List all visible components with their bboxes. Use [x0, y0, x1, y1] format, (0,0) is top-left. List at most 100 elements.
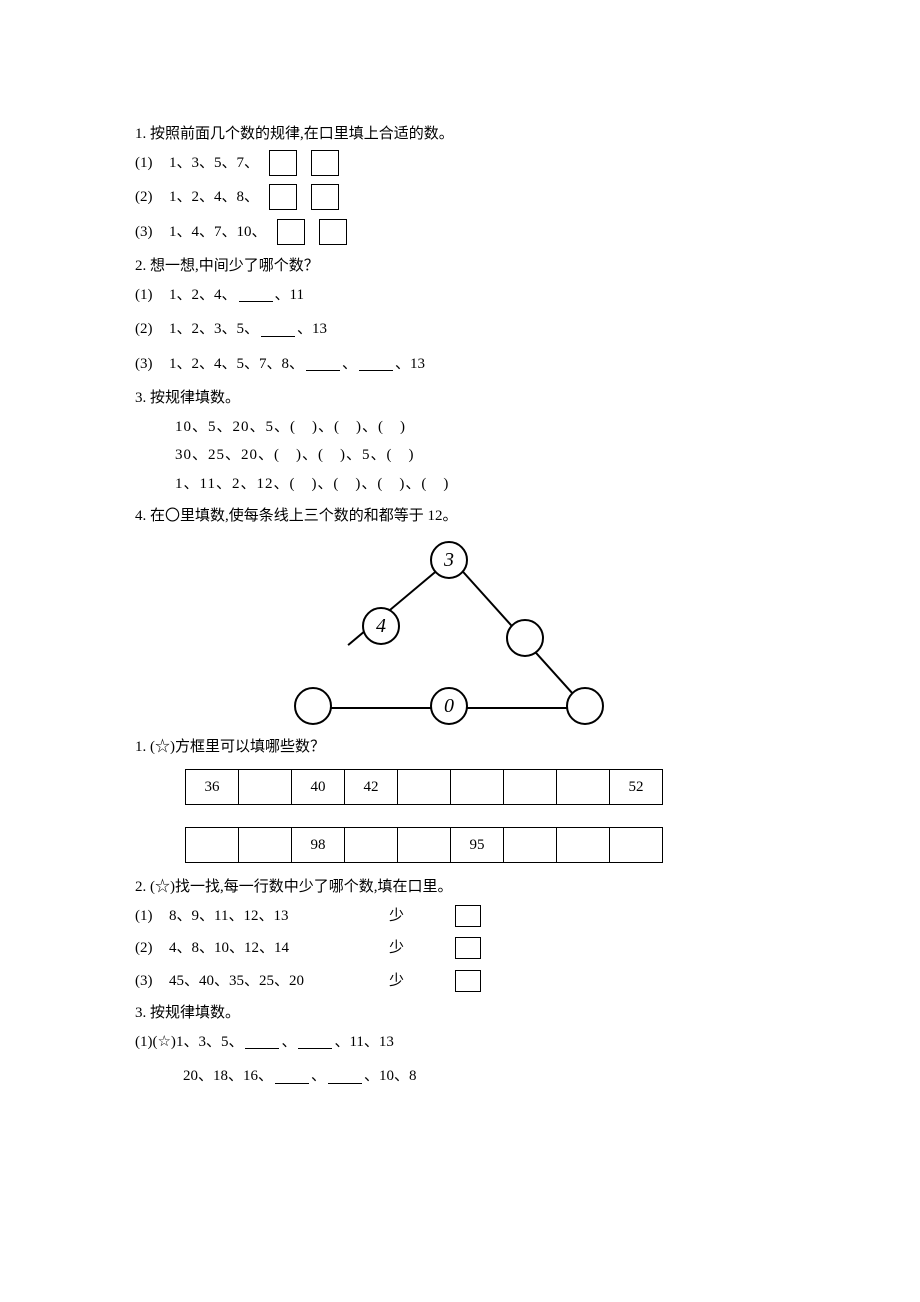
answer-box[interactable]	[319, 219, 347, 245]
cell[interactable]	[451, 770, 504, 805]
worksheet-page: 1. 按照前面几个数的规律,在口里填上合适的数。 (1) 1、3、5、7、 (2…	[0, 0, 920, 1157]
q3-line-1: 10、5、20、5、( )、( )、( )	[135, 413, 785, 442]
cell[interactable]	[239, 770, 292, 805]
q2-item-1-pre: 1、2、4、	[169, 281, 237, 310]
answer-box[interactable]	[311, 184, 339, 210]
q7-line2-post: 、10、8	[364, 1062, 417, 1091]
q6-item-2: (2) 4、8、10、12、14 少	[135, 934, 785, 963]
fill-blank[interactable]	[261, 322, 295, 337]
cell: 42	[345, 770, 398, 805]
fill-blank[interactable]	[245, 1034, 279, 1049]
q3-line-2: 30、25、20、( )、( )、5、( )	[135, 441, 785, 470]
q2-title: 2. 想一想,中间少了哪个数？	[135, 252, 785, 281]
fill-blank[interactable]	[306, 356, 340, 371]
q1-item-2-seq: 1、2、4、8、	[169, 183, 259, 212]
q4-title: 4. 在〇里填数,使每条线上三个数的和都等于 12。	[135, 502, 785, 531]
node-midright[interactable]	[506, 619, 544, 657]
q2-item-3-pre: 1、2、4、5、7、8、	[169, 350, 304, 379]
q1-item-1-label: (1)	[135, 149, 169, 178]
q4: 4. 在〇里填数,使每条线上三个数的和都等于 12。 3 4 0	[135, 502, 785, 729]
cell: 98	[292, 828, 345, 863]
fill-blank[interactable]	[239, 287, 273, 302]
q6-title: 2. (☆)找一找,每一行数中少了哪个数,填在口里。	[135, 873, 785, 902]
cell[interactable]	[186, 828, 239, 863]
fill-blank[interactable]	[298, 1034, 332, 1049]
q7-line-1: (1)(☆) 1、3、5、 、 、11、13	[135, 1028, 785, 1057]
q3-title: 3. 按规律填数。	[135, 384, 785, 413]
node-top: 3	[430, 541, 468, 579]
q7: 3. 按规律填数。 (1)(☆) 1、3、5、 、 、11、13 20、18、1…	[135, 999, 785, 1091]
q1-item-3-label: (3)	[135, 218, 169, 247]
cell[interactable]	[345, 828, 398, 863]
fill-blank[interactable]	[275, 1069, 309, 1084]
answer-box[interactable]	[277, 219, 305, 245]
q6-item-1-seq: 8、9、11、12、13	[169, 902, 389, 931]
q2-item-2-pre: 1、2、3、5、	[169, 315, 259, 344]
cell[interactable]	[398, 770, 451, 805]
q5-table-1: 36 40 42 52	[185, 769, 663, 805]
q2-item-2: (2) 1、2、3、5、 、13	[135, 315, 785, 344]
cell[interactable]	[504, 828, 557, 863]
cell: 40	[292, 770, 345, 805]
q1-item-1-seq: 1、3、5、7、	[169, 149, 259, 178]
table-row: 98 95	[186, 828, 663, 863]
cell[interactable]	[504, 770, 557, 805]
cell[interactable]	[557, 828, 610, 863]
cell[interactable]	[398, 828, 451, 863]
cell: 95	[451, 828, 504, 863]
answer-box[interactable]	[269, 184, 297, 210]
cell: 36	[186, 770, 239, 805]
fill-blank[interactable]	[328, 1069, 362, 1084]
node-botmid: 0	[430, 687, 468, 725]
node-botmid-val: 0	[444, 687, 454, 725]
q7-line2-pre: 20、18、16、	[183, 1062, 273, 1091]
q7-line-2: 20、18、16、 、 、10、8	[135, 1062, 785, 1091]
answer-box[interactable]	[455, 970, 481, 992]
q6-item-2-label: (2)	[135, 934, 169, 963]
q2-item-1-label: (1)	[135, 281, 169, 310]
node-midleft: 4	[362, 607, 400, 645]
q6-item-3-seq: 45、40、35、25、20	[169, 967, 389, 996]
cell: 52	[610, 770, 663, 805]
q1-item-3-seq: 1、4、7、10、	[169, 218, 267, 247]
q1-item-1: (1) 1、3、5、7、	[135, 149, 785, 178]
node-top-val: 3	[444, 541, 454, 579]
q6-item-2-seq: 4、8、10、12、14	[169, 934, 389, 963]
cell[interactable]	[239, 828, 292, 863]
answer-box[interactable]	[269, 150, 297, 176]
q6-shao: 少	[389, 902, 445, 931]
q6-shao: 少	[389, 934, 445, 963]
sep: 、	[281, 1028, 296, 1057]
q2-item-2-post: 、13	[297, 315, 327, 344]
q2-item-3-label: (3)	[135, 350, 169, 379]
q3-line-3: 1、11、2、12、( )、( )、( )、( )	[135, 470, 785, 499]
q2-item-1-post: 、11	[275, 281, 304, 310]
q6-item-1-label: (1)	[135, 902, 169, 931]
q7-title: 3. 按规律填数。	[135, 999, 785, 1028]
q6-item-3-label: (3)	[135, 967, 169, 996]
q6-shao: 少	[389, 967, 445, 996]
cell[interactable]	[610, 828, 663, 863]
answer-box[interactable]	[455, 905, 481, 927]
answer-box[interactable]	[455, 937, 481, 959]
q5-tables: 36 40 42 52 98	[185, 769, 785, 863]
node-midleft-val: 4	[376, 607, 386, 645]
q1-item-3: (3) 1、4、7、10、	[135, 218, 785, 247]
cell[interactable]	[557, 770, 610, 805]
fill-blank[interactable]	[359, 356, 393, 371]
q1-item-2: (2) 1、2、4、8、	[135, 183, 785, 212]
q2-item-2-label: (2)	[135, 315, 169, 344]
q2-item-3: (3) 1、2、4、5、7、8、 、 、13	[135, 350, 785, 379]
sep: 、	[342, 350, 357, 379]
sep: 、	[311, 1062, 326, 1091]
q2: 2. 想一想,中间少了哪个数？ (1) 1、2、4、 、11 (2) 1、2、3…	[135, 252, 785, 378]
answer-box[interactable]	[311, 150, 339, 176]
q6: 2. (☆)找一找,每一行数中少了哪个数,填在口里。 (1) 8、9、11、12…	[135, 873, 785, 995]
q5-title: 1. (☆)方框里可以填哪些数？	[135, 733, 785, 762]
q7-line1-label: (1)(☆)	[135, 1028, 176, 1057]
q2-item-3-post: 、13	[395, 350, 425, 379]
node-botleft[interactable]	[294, 687, 332, 725]
q1: 1. 按照前面几个数的规律,在口里填上合适的数。 (1) 1、3、5、7、 (2…	[135, 120, 785, 246]
node-botright[interactable]	[566, 687, 604, 725]
q6-item-3: (3) 45、40、35、25、20 少	[135, 967, 785, 996]
